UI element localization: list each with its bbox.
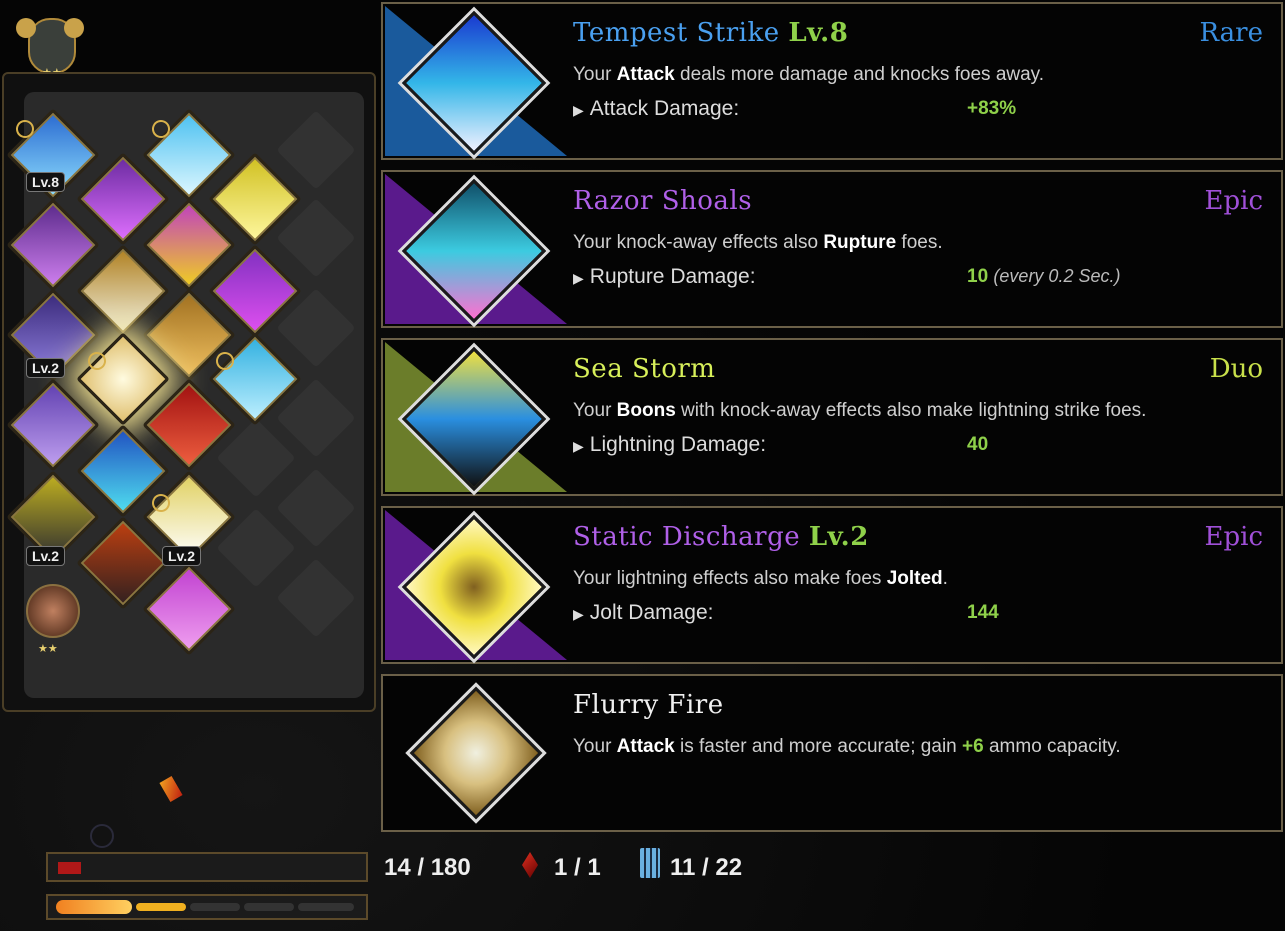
keepsake-stars: ★★ <box>38 643 58 655</box>
level-badge: Lv.2 <box>162 546 201 566</box>
health-value: 14 / 180 <box>384 854 471 881</box>
stat-value: 144 <box>967 602 999 623</box>
boon-name: Razor Shoals <box>573 186 753 216</box>
magick-bar <box>46 894 368 920</box>
stat-label: ▶ Rupture Damage: <box>573 265 756 288</box>
health-bar <box>46 852 368 882</box>
boon-card-sea-storm[interactable]: Sea Storm Duo Your Boons with knock-away… <box>381 338 1283 496</box>
boon-card-tempest-strike[interactable]: Tempest Strike Lv.8 Rare Your Attack dea… <box>381 2 1283 160</box>
boon-name: Tempest Strike Lv.8 <box>573 18 849 48</box>
boon-card-razor-shoals[interactable]: Razor Shoals Epic Your knock-away effect… <box>381 170 1283 328</box>
magick-segment <box>298 903 354 911</box>
level-badge: Lv.2 <box>26 358 65 378</box>
boon-icon <box>409 686 543 820</box>
death-defiance-value: 1 / 1 <box>554 854 601 881</box>
level-badge: Lv.8 <box>26 172 65 192</box>
stat-label: ▶ Attack Damage: <box>573 97 740 120</box>
magick-fire <box>56 900 132 914</box>
dash-ring-icon <box>90 824 114 848</box>
magick-segment <box>190 903 240 911</box>
magick-segment <box>136 903 186 911</box>
boon-description: Your Attack is faster and more accurate;… <box>573 736 1121 757</box>
boon-name: Flurry Fire <box>573 690 724 720</box>
level-badge: Lv.2 <box>26 546 65 566</box>
stat-value: +83% <box>967 98 1017 119</box>
boon-name: Static Discharge Lv.2 <box>573 522 869 552</box>
boon-description: Your Attack deals more damage and knocks… <box>573 64 1045 85</box>
rarity-label: Rare <box>1199 18 1264 48</box>
stat-label: ▶ Lightning Damage: <box>573 433 767 456</box>
boon-card-flurry-fire[interactable]: Flurry Fire Your Attack is faster and mo… <box>381 674 1283 832</box>
magick-segment <box>244 903 294 911</box>
rarity-label: Epic <box>1204 186 1264 216</box>
boon-card-static-discharge[interactable]: Static Discharge Lv.2 Epic Your lightnin… <box>381 506 1283 664</box>
ammo-value: 11 / 22 <box>670 854 743 881</box>
stat-value: 40 <box>967 434 989 455</box>
boon-description: Your knock-away effects also Rupture foe… <box>573 232 943 253</box>
rarity-label: Duo <box>1209 354 1263 384</box>
ammo-icon <box>640 848 660 878</box>
rarity-label: Epic <box>1204 522 1264 552</box>
stat-value: 10 (every 0.2 Sec.) <box>967 266 1121 287</box>
keepsake-icon[interactable] <box>26 584 80 638</box>
boon-name: Sea Storm <box>573 354 716 384</box>
health-bar-fill <box>58 862 81 874</box>
boon-description: Your lightning effects also make foes Jo… <box>573 568 948 589</box>
boon-description: Your Boons with knock-away effects also … <box>573 400 1147 421</box>
stat-label: ▶ Jolt Damage: <box>573 601 714 624</box>
